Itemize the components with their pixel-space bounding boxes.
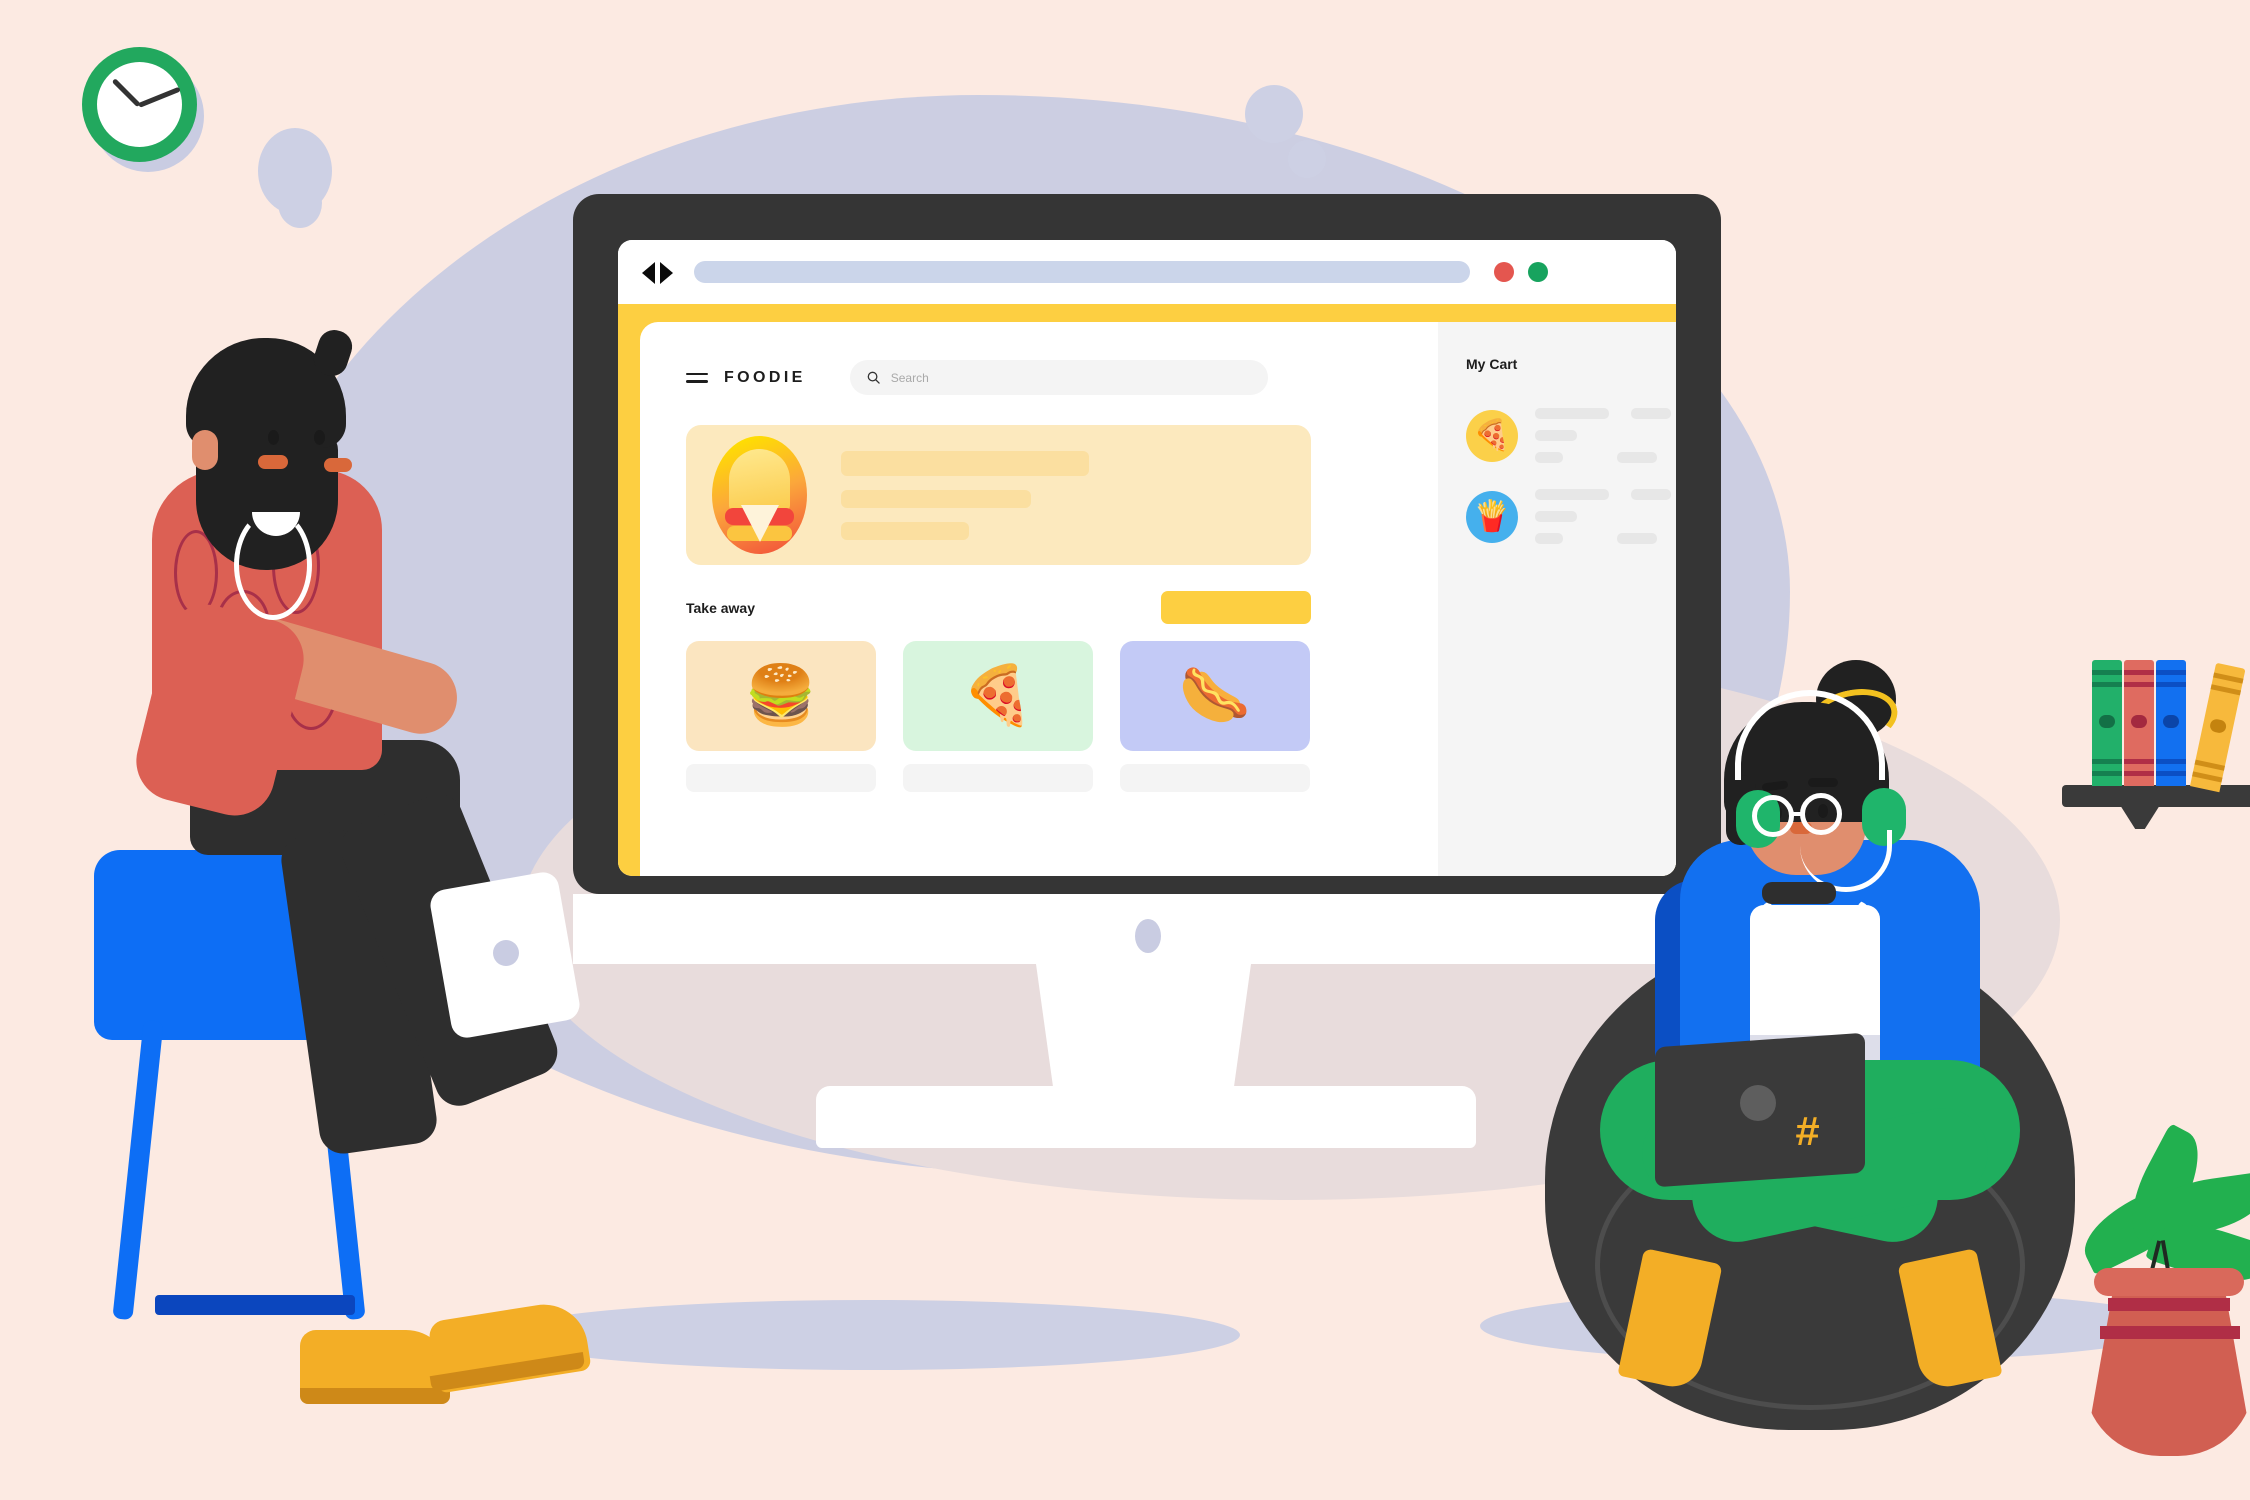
glasses-lens-right — [1800, 793, 1842, 835]
clock-minute-hand — [138, 86, 181, 108]
burger-logo-icon — [712, 436, 807, 554]
right-person-choker — [1762, 882, 1836, 904]
decor-bubble-4 — [1288, 140, 1326, 178]
shelf-bracket — [2120, 805, 2160, 829]
forward-arrow-icon[interactable] — [660, 262, 673, 284]
illustration-stage: FOODIE Search Take away 🍔 🍕 🌭 My Cart 🍕 … — [0, 0, 2250, 1500]
book-green — [2092, 660, 2122, 786]
burger-card[interactable]: 🍔 — [686, 641, 876, 792]
search-input[interactable]: Search — [849, 360, 1268, 395]
decor-bubble-3 — [1245, 85, 1303, 143]
book-yellow — [2190, 662, 2246, 793]
app-main-column: FOODIE Search Take away 🍔 🍕 🌭 — [640, 322, 1438, 876]
hero-text-placeholders — [841, 450, 1089, 540]
search-icon — [867, 371, 880, 384]
stool-leg-left — [112, 1019, 164, 1321]
browser-chrome — [618, 240, 1676, 304]
cart-sidebar: My Cart 🍕 🍟 — [1438, 322, 1676, 876]
laptop-logo — [1740, 1085, 1776, 1121]
tablet-home-button[interactable] — [493, 940, 519, 966]
close-button[interactable] — [1494, 262, 1514, 282]
pizza-icon: 🍕 — [1473, 419, 1511, 452]
brand-logo: FOODIE — [724, 368, 806, 386]
card-caption-placeholder — [903, 764, 1093, 792]
search-placeholder: Search — [890, 370, 929, 385]
back-arrow-icon[interactable] — [642, 262, 655, 284]
plant-stem-1 — [2142, 1240, 2162, 1300]
monitor-base — [816, 1086, 1476, 1148]
floor-shadow-left — [500, 1300, 1240, 1370]
app-header: FOODIE Search — [686, 360, 1438, 395]
glasses-bridge — [1793, 812, 1805, 816]
cart-item-pizza[interactable]: 🍕 — [1466, 408, 1676, 463]
pizza-card[interactable]: 🍕 — [903, 641, 1093, 792]
left-person-eye-right — [314, 430, 325, 445]
book-row — [2062, 660, 2250, 793]
plant-stem-2 — [2160, 1240, 2176, 1300]
plant-leaf-1 — [2072, 1176, 2204, 1276]
app-viewport: FOODIE Search Take away 🍔 🍕 🌭 My Cart 🍕 … — [640, 322, 1676, 876]
book-blue — [2156, 660, 2186, 786]
book-red — [2124, 660, 2154, 786]
monitor-logo — [1135, 919, 1161, 953]
clock-hour-hand — [111, 78, 141, 108]
left-person-blush-right — [324, 458, 352, 472]
left-person-shoe-sole-back — [300, 1388, 450, 1404]
stool-rung — [155, 1295, 355, 1315]
plant-leaf-4 — [2145, 1210, 2250, 1296]
cart-title: My Cart — [1466, 356, 1518, 372]
hashtag-sticker-icon: # — [1795, 1110, 1821, 1158]
left-person-ear — [192, 430, 218, 470]
clock-face — [97, 62, 182, 147]
takeaway-card-list: 🍔 🍕 🌭 — [686, 641, 1438, 792]
hamburger-menu-icon[interactable] — [686, 368, 708, 388]
takeaway-header: Take away — [686, 591, 1311, 624]
left-person-eye-left — [268, 430, 279, 445]
address-bar[interactable] — [694, 261, 1470, 283]
app-accent-frame: FOODIE Search Take away 🍔 🍕 🌭 My Cart 🍕 … — [618, 304, 1676, 876]
plant-leaf-3 — [2140, 1171, 2250, 1241]
pizza-icon: 🍕 — [961, 663, 1035, 728]
card-caption-placeholder — [1120, 764, 1310, 792]
section-title: Take away — [686, 599, 756, 616]
maximize-button[interactable] — [1528, 262, 1548, 282]
glasses-lens-left — [1752, 795, 1794, 837]
fries-icon: 🍟 — [1473, 500, 1511, 533]
plant-leaf-2 — [2115, 1123, 2215, 1251]
decor-bubble-2 — [278, 178, 322, 228]
cart-item-fries[interactable]: 🍟 — [1466, 489, 1676, 544]
wall-shelf — [2062, 785, 2250, 807]
monitor-neck — [1036, 964, 1251, 1088]
hero-banner[interactable] — [686, 425, 1311, 565]
card-caption-placeholder — [686, 764, 876, 792]
order-now-button[interactable] — [1161, 591, 1311, 624]
burger-icon: 🍔 — [744, 663, 818, 728]
left-person-necklace — [234, 510, 312, 620]
left-person-blush-left — [258, 455, 288, 469]
hotdog-card[interactable]: 🌭 — [1120, 641, 1310, 792]
vase-lip — [2094, 1268, 2244, 1296]
hotdog-icon: 🌭 — [1178, 663, 1252, 728]
browser-window: FOODIE Search Take away 🍔 🍕 🌭 My Cart 🍕 … — [618, 240, 1676, 876]
